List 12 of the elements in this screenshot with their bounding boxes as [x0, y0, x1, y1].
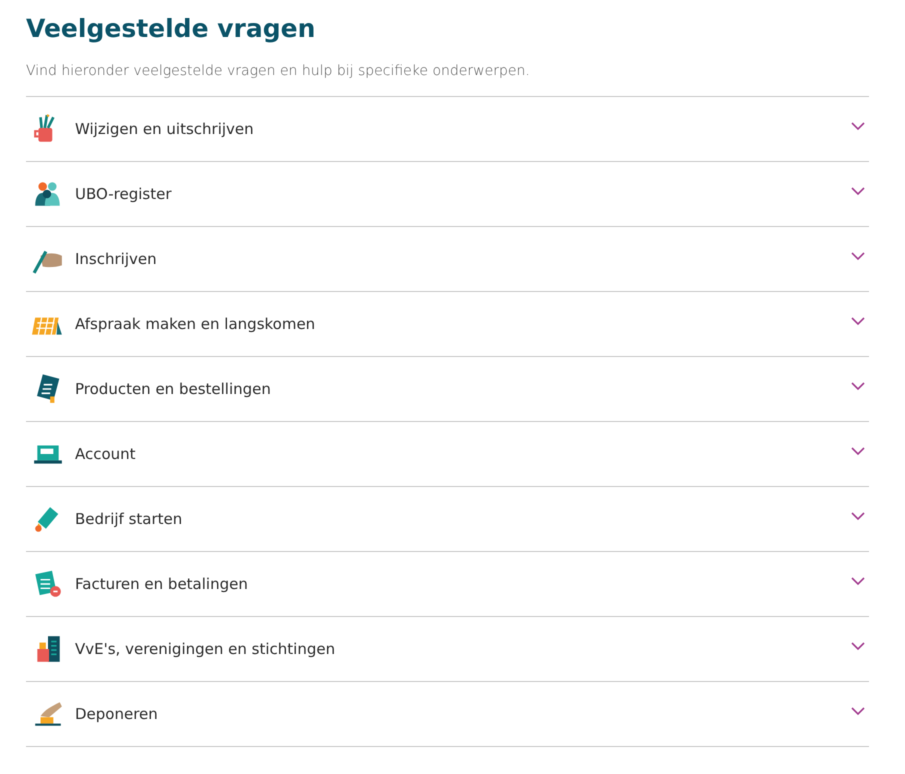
page-title: Veelgestelde vragen [26, 14, 316, 43]
accordion-header[interactable]: Account [26, 422, 869, 486]
accordion-header[interactable]: Producten en bestellingen [26, 357, 869, 421]
accordion-header[interactable]: Facturen en betalingen [26, 552, 869, 616]
accordion-header[interactable]: VvE's, verenigingen en stichtingen [26, 617, 869, 681]
accordion-header[interactable]: Wijzigen en uitschrijven [26, 97, 869, 161]
accordion-header[interactable]: Bedrijf starten [26, 487, 869, 551]
accordion-header[interactable]: Deponeren [26, 682, 869, 746]
accordion-header[interactable]: UBO-register [26, 162, 869, 226]
accordion-header[interactable]: Inschrijven [26, 227, 869, 291]
intro-text: Vind hieronder veelgestelde vragen en hulp bij specifieke onderwerpen. [26, 63, 531, 79]
accordion-header[interactable]: Afspraak maken en langskomen [26, 292, 869, 356]
